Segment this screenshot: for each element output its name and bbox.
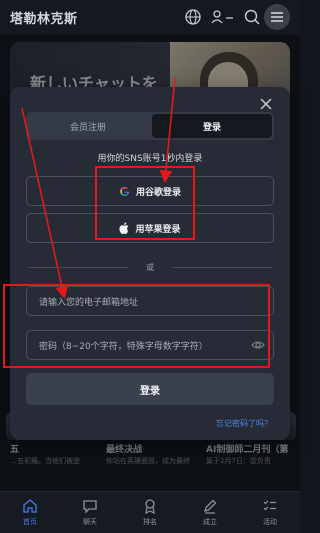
nav-home[interactable]: 首页 <box>0 492 60 533</box>
chat-icon <box>83 500 97 514</box>
auth-tab-bar: 会员注册 登录 <box>26 112 274 140</box>
login-button[interactable]: 登录 <box>26 373 274 405</box>
activity-icon <box>263 500 276 511</box>
annotation-box-sso <box>95 166 195 240</box>
login-modal: 会员注册 登录 用你的SNS账号1秒内登录 用谷歌登录 用苹果登录 或 请输入您… <box>10 87 290 440</box>
sns-login-label: 用你的SNS账号1秒内登录 <box>97 154 203 164</box>
annotation-box-fields <box>3 284 270 368</box>
top-bar: 塔勒林克斯 <box>0 0 300 34</box>
hamburger-icon <box>271 12 283 22</box>
nav-label: 首页 <box>23 518 37 526</box>
nav-label: 成立 <box>203 518 217 526</box>
ranking-icon <box>145 499 155 514</box>
tab-login[interactable]: 登录 <box>152 114 272 138</box>
nav-activity[interactable]: 活动 <box>240 492 300 533</box>
globe-icon[interactable] <box>183 7 203 27</box>
create-icon <box>204 499 217 514</box>
search-icon[interactable] <box>242 7 262 27</box>
home-icon <box>23 499 37 513</box>
user-menu-icon[interactable] <box>210 7 236 27</box>
hamburger-menu-button[interactable] <box>264 4 290 30</box>
nav-label: 排名 <box>143 518 157 526</box>
app-title: 塔勒林克斯 <box>10 12 78 27</box>
nav-label: 聊天 <box>83 518 97 526</box>
nav-create[interactable]: 成立 <box>180 492 240 533</box>
nav-ranking[interactable]: 排名 <box>120 492 180 533</box>
nav-chat[interactable]: 聊天 <box>60 492 120 533</box>
forgot-password-link[interactable]: 忘记密码了吗？ <box>216 418 272 429</box>
close-icon[interactable] <box>258 96 274 112</box>
bottom-navigation: 首页 聊天 排名 成立 活动 <box>0 491 300 533</box>
nav-label: 活动 <box>263 518 277 526</box>
divider <box>172 267 272 268</box>
tab-register[interactable]: 会员注册 <box>28 114 148 138</box>
